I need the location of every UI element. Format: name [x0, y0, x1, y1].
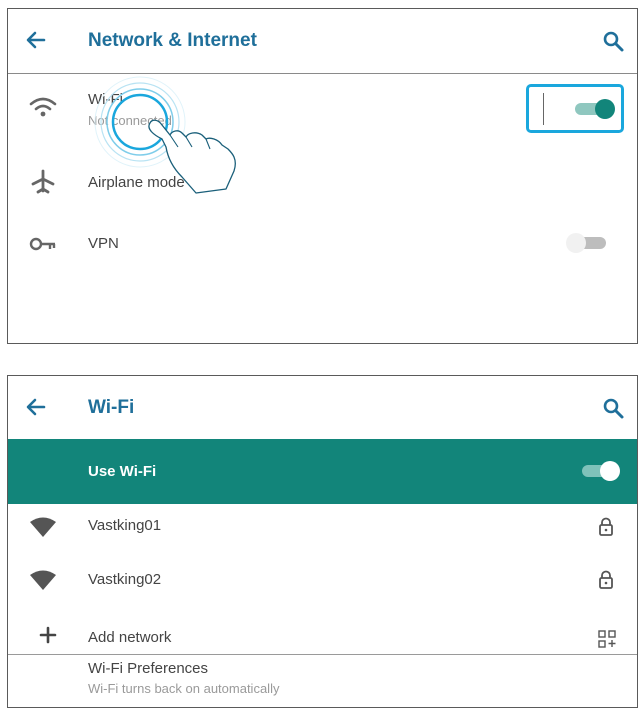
wifi-preferences-row[interactable]: Wi-Fi Preferences Wi-Fi turns back on au…	[8, 656, 637, 704]
network-item[interactable]: Vastking01	[8, 508, 637, 548]
lock-icon	[599, 570, 613, 589]
page-title: Network & Internet	[88, 30, 257, 51]
airplane-icon	[31, 169, 55, 194]
wifi-screen: Wi-Fi Use Wi-Fi Vastking01 Vastking02 Ad…	[7, 375, 638, 708]
wifi-signal-icon	[30, 517, 56, 537]
app-bar: Network & Internet	[8, 9, 637, 74]
lock-icon	[599, 517, 613, 536]
network-name: Vastking01	[88, 517, 162, 534]
vpn-row[interactable]: VPN	[8, 221, 637, 267]
network-name: Vastking02	[88, 571, 162, 588]
divider	[543, 93, 544, 125]
wifi-signal-icon	[30, 570, 56, 590]
plus-icon	[39, 626, 57, 644]
divider	[8, 654, 637, 655]
airplane-mode-label: Airplane mode	[88, 174, 185, 191]
back-arrow-icon[interactable]	[24, 396, 46, 418]
add-network-label: Add network	[88, 629, 172, 646]
vpn-toggle[interactable]	[564, 231, 608, 255]
wifi-label: Wi-Fi	[88, 91, 123, 108]
search-icon[interactable]	[601, 29, 625, 53]
page-title: Wi-Fi	[88, 397, 135, 418]
network-internet-screen: Network & Internet Wi-Fi Not connected A…	[7, 8, 638, 344]
qr-code-icon[interactable]	[598, 630, 616, 648]
search-icon[interactable]	[601, 396, 625, 420]
back-arrow-icon[interactable]	[24, 29, 46, 51]
wifi-toggle-highlight	[526, 84, 624, 133]
app-bar: Wi-Fi	[8, 376, 637, 440]
use-wifi-label: Use Wi-Fi	[88, 463, 157, 480]
add-network-row[interactable]: Add network	[8, 622, 637, 652]
wifi-preferences-label: Wi-Fi Preferences	[88, 660, 209, 677]
wifi-toggle[interactable]	[573, 97, 617, 121]
network-item[interactable]: Vastking02	[8, 561, 637, 601]
vpn-label: VPN	[88, 235, 119, 252]
use-wifi-toggle[interactable]	[580, 459, 624, 483]
wifi-icon	[29, 97, 57, 117]
wifi-preferences-sublabel: Wi-Fi turns back on automatically	[88, 681, 280, 696]
airplane-mode-row[interactable]: Airplane mode	[8, 157, 637, 207]
vpn-key-icon	[29, 237, 56, 251]
wifi-status: Not connected	[88, 113, 172, 128]
use-wifi-row[interactable]: Use Wi-Fi	[8, 439, 637, 504]
